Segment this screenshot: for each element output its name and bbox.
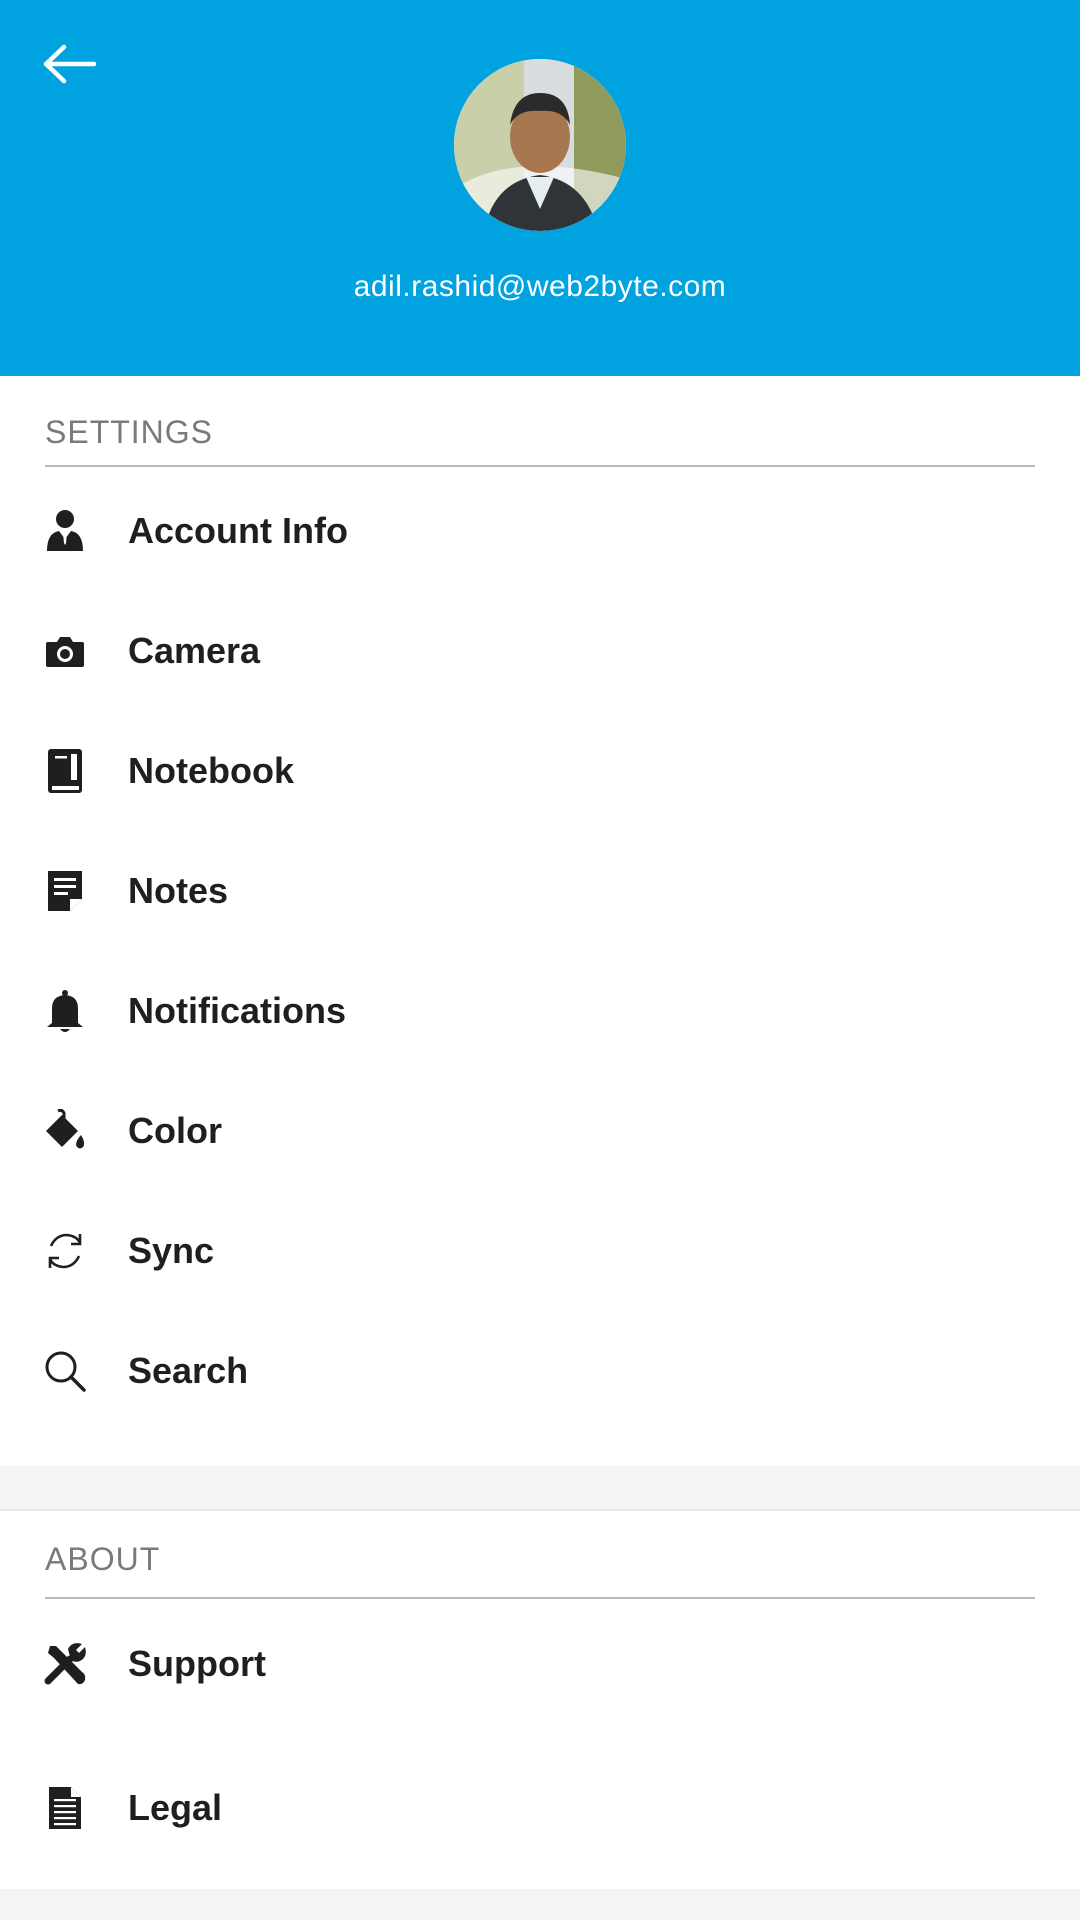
settings-section-title: SETTINGS (45, 414, 214, 450)
bell-icon (40, 986, 90, 1036)
sync-icon (40, 1226, 90, 1276)
settings-section: SETTINGS Account Info Camera Notebook No… (0, 376, 1080, 1466)
search-icon (40, 1346, 90, 1396)
profile-header: adil.rashid@web2byte.com (0, 0, 1080, 376)
user-tie-icon (40, 506, 90, 556)
settings-item-label: Color (128, 1110, 222, 1151)
tools-icon (40, 1639, 90, 1689)
avatar[interactable] (454, 59, 626, 231)
back-button[interactable] (34, 34, 106, 94)
book-icon (40, 746, 90, 796)
settings-item-camera[interactable]: Camera (0, 601, 1080, 701)
note-icon (40, 866, 90, 916)
settings-item-label: Notifications (128, 990, 347, 1031)
settings-item-search[interactable]: Search (0, 1321, 1080, 1421)
bottom-spacer (0, 1889, 1080, 1920)
settings-item-color[interactable]: Color (0, 1081, 1080, 1181)
settings-item-sync[interactable]: Sync (0, 1201, 1080, 1301)
document-icon (40, 1783, 90, 1833)
about-divider (45, 1597, 1035, 1599)
about-item-support[interactable]: Support (0, 1614, 1080, 1714)
settings-item-notifications[interactable]: Notifications (0, 961, 1080, 1061)
settings-item-label: Notebook (128, 750, 294, 791)
paint-bucket-icon (40, 1106, 90, 1156)
about-item-label: Support (128, 1643, 266, 1684)
about-section-title: ABOUT (45, 1541, 161, 1577)
about-item-label: Legal (128, 1787, 223, 1828)
settings-divider (45, 465, 1035, 467)
settings-item-notes[interactable]: Notes (0, 841, 1080, 941)
screen: adil.rashid@web2byte.com SETTINGS Accoun… (0, 0, 1080, 1920)
settings-item-label: Account Info (128, 510, 348, 551)
user-email: adil.rashid@web2byte.com (353, 270, 727, 303)
camera-icon (40, 626, 90, 676)
settings-item-label: Sync (128, 1230, 215, 1271)
about-item-legal[interactable]: Legal (0, 1758, 1080, 1858)
about-section: ABOUT Support Legal (0, 1511, 1080, 1889)
settings-item-label: Search (128, 1350, 249, 1391)
settings-item-label: Notes (128, 870, 229, 911)
profile-photo (454, 59, 626, 231)
settings-item-account-info[interactable]: Account Info (0, 481, 1080, 581)
settings-item-notebook[interactable]: Notebook (0, 721, 1080, 821)
section-spacer (0, 1466, 1080, 1511)
settings-item-label: Camera (128, 630, 261, 671)
arrow-left-icon (43, 44, 97, 84)
